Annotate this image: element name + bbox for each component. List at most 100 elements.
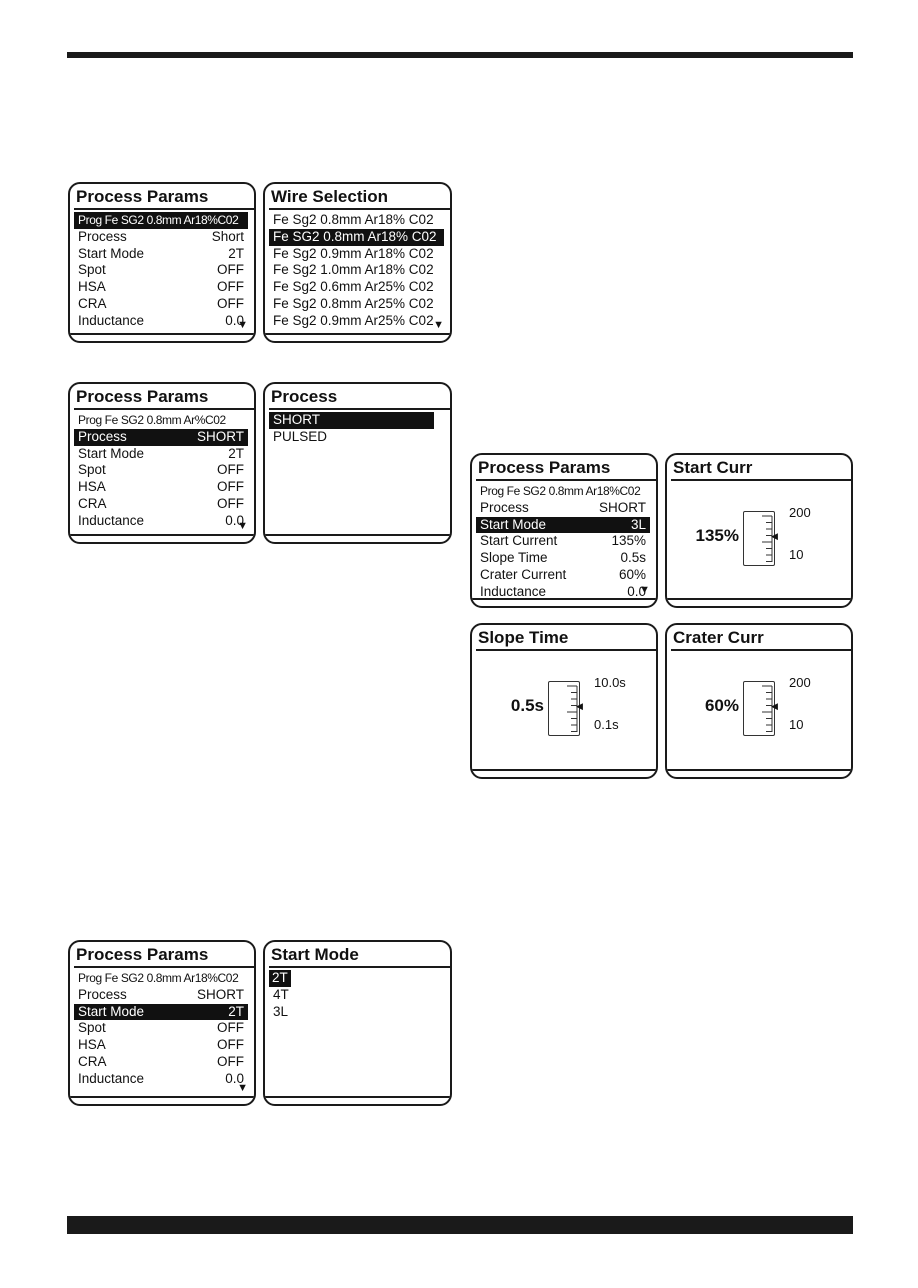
param-label: Start Current: [480, 533, 558, 549]
screen-panel: Process Params Prog Fe SG2 0.8mm Ar18%C02…: [470, 453, 658, 608]
menu-list: Prog Fe SG2 0.8mm Ar18%C02 Process SHORT St…: [74, 970, 248, 1088]
param-row[interactable]: CRA OFF: [74, 296, 248, 313]
param-row[interactable]: Prog Fe SG2 0.8mm Ar18%C02: [476, 483, 650, 500]
list-item[interactable]: Fe Sg2 0.8mm Ar25% C02: [269, 296, 444, 313]
screen-panel: Process Params Prog Fe SG2 0.8mm Ar%C02 Pr…: [68, 382, 256, 544]
list-item[interactable]: Fe SG2 0.8mm Ar18% C02: [269, 228, 444, 246]
param-value: 60%: [618, 566, 646, 582]
list-item[interactable]: PULSED: [269, 429, 444, 446]
list-item[interactable]: Fe Sg2 0.9mm Ar25% C02: [269, 313, 444, 330]
param-label: Inductance: [78, 312, 145, 328]
param-label: Process: [78, 228, 127, 244]
list-item-label: 2T: [269, 970, 291, 987]
list-item[interactable]: Fe Sg2 0.8mm Ar18% C02: [269, 212, 444, 229]
list-item-label: SHORT: [273, 412, 321, 427]
param-label: Inductance: [480, 583, 547, 599]
param-label: Prog Fe SG2 0.8mm Ar%C02: [78, 413, 226, 427]
param-row[interactable]: Process SHORT: [476, 500, 650, 517]
param-row[interactable]: Start Current 135%: [476, 533, 650, 550]
list-item[interactable]: Fe Sg2 0.6mm Ar25% C02: [269, 279, 444, 296]
list-item[interactable]: SHORT: [269, 412, 434, 429]
gauge-pointer-icon: ◀: [771, 531, 778, 541]
param-row[interactable]: Spot OFF: [74, 462, 248, 479]
param-row[interactable]: Prog Fe SG2 0.8mm Ar18%C02: [74, 212, 248, 229]
param-row[interactable]: Start Mode 2T: [74, 246, 248, 263]
param-label: CRA: [78, 295, 107, 311]
param-row[interactable]: Spot OFF: [74, 1020, 248, 1037]
param-row[interactable]: Process SHORT: [74, 428, 248, 446]
param-row[interactable]: Start Mode 2T: [74, 446, 248, 463]
list-item[interactable]: 3L: [269, 1004, 444, 1021]
param-value: OFF: [217, 495, 244, 511]
param-row[interactable]: HSA OFF: [74, 279, 248, 296]
param-row[interactable]: Inductance 0.0: [476, 584, 650, 601]
param-label: Start Mode: [78, 1003, 145, 1019]
screen-panel: Wire Selection Fe Sg2 0.8mm Ar18% C02 Fe S…: [263, 182, 452, 343]
param-row[interactable]: Slope Time 0.5s: [476, 550, 650, 567]
param-row[interactable]: Process Short: [74, 229, 248, 246]
screen-panel: Crater Curr 60% ◀ 200 10: [665, 623, 853, 779]
param-row[interactable]: Spot OFF: [74, 262, 248, 279]
list-item[interactable]: Fe Sg2 0.9mm Ar18% C02: [269, 246, 444, 263]
screen-footer-line: [472, 769, 656, 771]
gauge-max-label: 200: [789, 505, 811, 520]
param-value: OFF: [217, 462, 244, 478]
param-value: 3L: [630, 516, 646, 532]
param-label: Crater Current: [480, 566, 567, 582]
gauge: 135% ◀ 200 10: [667, 505, 851, 575]
gauge-value: 0.5s: [510, 696, 544, 715]
gauge-min-label: 10: [789, 547, 804, 562]
gauge-max-label: 10.0s: [594, 675, 626, 690]
gauge-pointer-icon: ◀: [771, 701, 778, 711]
param-label: HSA: [78, 479, 106, 495]
param-label: Inductance: [78, 1070, 145, 1086]
param-row[interactable]: Process SHORT: [74, 987, 248, 1004]
list-item-label: 4T: [273, 986, 289, 1002]
param-label: Inductance: [78, 512, 145, 528]
param-row[interactable]: Start Mode 3L: [476, 516, 650, 534]
param-row[interactable]: CRA OFF: [74, 1054, 248, 1071]
list-item-label: Fe Sg2 0.9mm Ar18% C02: [273, 245, 434, 261]
gauge: 0.5s ◀ 10.0s 0.1s: [472, 675, 656, 745]
list-item-label: Fe SG2 0.8mm Ar18% C02: [273, 228, 437, 244]
scroll-down-arrow-icon[interactable]: ▼: [237, 520, 248, 532]
param-label: CRA: [78, 1053, 107, 1069]
screen-title: Process Params: [476, 458, 656, 481]
menu-list: Prog Fe SG2 0.8mm Ar18%C02 Process SHORT St…: [476, 483, 650, 601]
gauge-value: 135%: [695, 526, 739, 545]
param-row[interactable]: Prog Fe SG2 0.8mm Ar18%C02: [74, 970, 248, 987]
gauge-min-label: 0.1s: [594, 717, 619, 732]
scroll-down-arrow-icon[interactable]: ▼: [237, 1082, 248, 1094]
scroll-down-arrow-icon[interactable]: ▼: [433, 319, 444, 331]
screen-panel: Slope Time 0.5s ◀ 10.0s 0.1s: [470, 623, 658, 779]
list-item[interactable]: Fe Sg2 1.0mm Ar18% C02: [269, 262, 444, 279]
param-label: Spot: [78, 1020, 106, 1036]
param-row[interactable]: Crater Current 60%: [476, 567, 650, 584]
list-item[interactable]: 4T: [269, 987, 444, 1004]
param-label: Start Mode: [78, 445, 145, 461]
param-row[interactable]: HSA OFF: [74, 479, 248, 496]
screen-footer-line: [265, 333, 450, 335]
param-label: Process: [78, 986, 127, 1002]
menu-list: Fe Sg2 0.8mm Ar18% C02 Fe SG2 0.8mm Ar18%…: [269, 212, 444, 330]
scroll-down-arrow-icon[interactable]: ▼: [639, 584, 650, 596]
screen-title: Process Params: [74, 187, 254, 210]
param-row[interactable]: Prog Fe SG2 0.8mm Ar%C02: [74, 412, 248, 429]
param-value: OFF: [217, 262, 244, 278]
screen-panel: Start Curr 135% ◀ 200 10: [665, 453, 853, 608]
param-row[interactable]: CRA OFF: [74, 496, 248, 513]
list-item[interactable]: 2T: [269, 970, 444, 987]
list-item-label: PULSED: [273, 428, 328, 444]
param-row[interactable]: HSA OFF: [74, 1037, 248, 1054]
list-item-label: 3L: [273, 1003, 289, 1019]
screen-title: Slope Time: [476, 628, 656, 651]
param-row[interactable]: Inductance 0.0: [74, 513, 248, 530]
screen-title: Crater Curr: [671, 628, 851, 651]
scroll-down-arrow-icon[interactable]: ▼: [237, 319, 248, 331]
screen-footer-line: [667, 598, 851, 600]
param-value: 135%: [611, 533, 646, 549]
param-row[interactable]: Start Mode 2T: [74, 1003, 248, 1021]
param-row[interactable]: Inductance 0.0: [74, 1071, 248, 1088]
param-value: OFF: [217, 1020, 244, 1036]
param-row[interactable]: Inductance 0.0: [74, 313, 248, 330]
